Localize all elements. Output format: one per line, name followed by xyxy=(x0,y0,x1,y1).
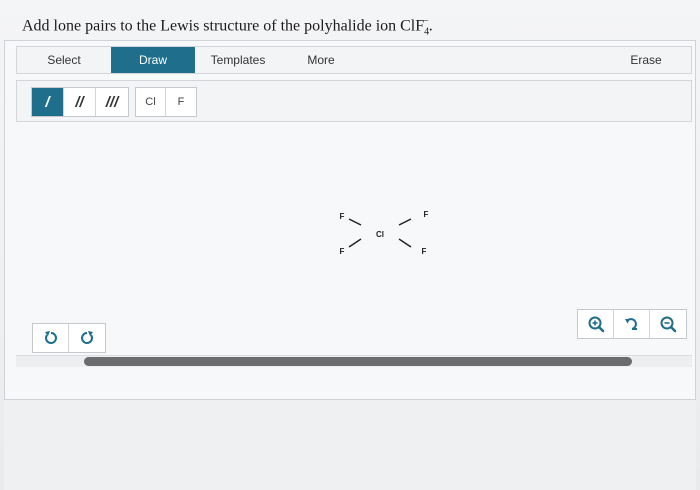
triple-bond-button[interactable]: /// xyxy=(96,88,128,116)
redo-icon xyxy=(81,331,93,344)
fluorine-upper-left[interactable]: F xyxy=(340,212,345,221)
redo-button[interactable] xyxy=(69,324,105,352)
reset-zoom-icon xyxy=(624,318,637,330)
central-atom[interactable]: Cl xyxy=(376,230,384,239)
horizontal-scrollbar-thumb[interactable] xyxy=(84,357,632,366)
erase-button[interactable]: Erase xyxy=(601,47,691,73)
zoom-in-button[interactable] xyxy=(578,310,614,338)
drawing-canvas[interactable]: Cl F F F F xyxy=(16,126,692,306)
question-prompt: Add lone pairs to the Lewis structure of… xyxy=(22,16,433,38)
draw-tools-row: / // /// Cl F xyxy=(16,80,692,122)
more-tab[interactable]: More xyxy=(281,47,361,73)
zoom-in-icon xyxy=(588,316,604,333)
draw-tab[interactable]: Draw xyxy=(111,47,195,73)
undo-button[interactable] xyxy=(33,324,69,352)
fluorine-upper-right[interactable]: F xyxy=(424,210,429,219)
bond-upper-left[interactable] xyxy=(348,218,362,226)
zoom-controls xyxy=(577,309,687,339)
double-bond-button[interactable]: // xyxy=(64,88,96,116)
sketcher-toolbar: Select Draw Templates More Erase xyxy=(16,46,692,74)
templates-tab[interactable]: Templates xyxy=(195,47,281,73)
question-end: . xyxy=(428,17,433,35)
select-tab[interactable]: Select xyxy=(17,47,111,73)
lewis-structure: Cl F F F F xyxy=(340,210,429,256)
bond-tool-group: / // /// xyxy=(31,87,129,117)
zoom-out-icon xyxy=(660,316,677,333)
below-panel-area xyxy=(4,400,696,490)
fluorine-lower-right[interactable]: F xyxy=(422,247,427,256)
reset-zoom-button[interactable] xyxy=(614,310,650,338)
fluorine-lower-left[interactable]: F xyxy=(340,247,345,256)
zoom-out-button[interactable] xyxy=(650,310,686,338)
bond-upper-right[interactable] xyxy=(398,218,412,226)
question-text: Add lone pairs to the Lewis structure of… xyxy=(22,17,425,35)
single-bond-button[interactable]: / xyxy=(32,88,64,116)
history-controls xyxy=(32,323,106,353)
fluorine-atom-button[interactable]: F xyxy=(166,88,196,116)
bond-lower-left[interactable] xyxy=(348,238,362,248)
undo-icon xyxy=(44,331,57,344)
atom-tool-group: Cl F xyxy=(135,87,197,117)
chlorine-atom-button[interactable]: Cl xyxy=(136,88,166,116)
bond-lower-right[interactable] xyxy=(398,238,412,248)
